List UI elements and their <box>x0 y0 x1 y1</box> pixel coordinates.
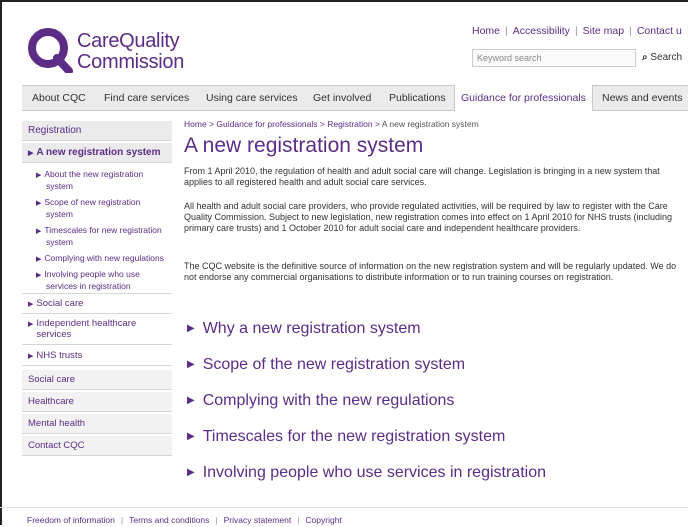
content-link-scope[interactable]: ▶ Scope of the new registration system <box>187 356 465 374</box>
utility-link-sitemap[interactable]: Site map <box>583 25 624 37</box>
nav-find-care-services[interactable]: Find care services <box>104 86 189 110</box>
nav-publications[interactable]: Publications <box>389 86 446 110</box>
sidebar-header[interactable]: Registration <box>22 121 172 141</box>
sidebar-subitem-scope[interactable]: ▶ Scope of new registration system <box>22 197 172 219</box>
chevron-right-icon: ▶ <box>36 228 42 235</box>
sidebar-item-mental-health[interactable]: Mental health <box>22 414 172 434</box>
sidebar-subitem-label: system <box>46 237 73 247</box>
content-link-label: Complying with the new regulations <box>202 392 455 409</box>
footer-link-privacy[interactable]: Privacy statement <box>224 515 292 525</box>
sidebar-item-label: A new registration system <box>36 147 161 158</box>
content-link-involving[interactable]: ▶ Involving people who use services in re… <box>187 464 546 482</box>
content-link-why[interactable]: ▶ Why a new registration system <box>187 320 421 338</box>
intro-paragraph-2: All health and adult social care provide… <box>184 201 673 233</box>
play-arrow-icon: ▶ <box>187 467 195 478</box>
chevron-right-icon: ▶ <box>28 150 34 157</box>
content-link-label: Timescales for the new registration syst… <box>202 428 506 445</box>
nav-get-involved[interactable]: Get involved <box>313 86 371 110</box>
logo-text-line1: CareQuality <box>77 30 180 52</box>
search-input[interactable]: Keyword search <box>472 49 636 67</box>
play-arrow-icon: ▶ <box>187 323 195 334</box>
sidebar-item-independent-healthcare[interactable]: ▶ Independent healthcare services <box>22 314 172 345</box>
sidebar-item-healthcare[interactable]: Healthcare <box>22 392 172 412</box>
main-nav: About CQC Find care services Using care … <box>22 85 688 111</box>
footer-link-terms[interactable]: Terms and conditions <box>129 515 209 525</box>
sidebar-item-label: Independent healthcare services <box>36 318 137 340</box>
sidebar-subitem-label: Scope of new registration <box>44 197 141 207</box>
cqc-q-icon <box>28 28 73 73</box>
breadcrumb-home[interactable]: Home <box>184 119 207 129</box>
page-title: A new registration system <box>184 134 424 157</box>
content-link-label: Involving people who use services in reg… <box>202 464 546 481</box>
nav-using-care-services[interactable]: Using care services <box>206 86 298 110</box>
sidebar-subitem-involving[interactable]: ▶ Involving people who use services in reg… <box>22 269 172 291</box>
separator: | <box>574 25 578 37</box>
sidebar-item-nhs-trusts[interactable]: ▶ NHS trusts <box>22 346 172 366</box>
sidebar-item-contact-cqc[interactable]: Contact CQC <box>22 436 172 456</box>
chevron-right-icon: ▶ <box>28 301 34 308</box>
magnifier-icon: ⌕ <box>642 52 648 63</box>
breadcrumb: Home > Guidance for professionals > Regi… <box>184 119 479 129</box>
play-arrow-icon: ▶ <box>187 359 195 370</box>
chevron-right-icon: ▶ <box>36 172 42 179</box>
utility-nav: Home | Accessibility | Site map | Contact u <box>472 25 682 37</box>
separator: | <box>505 25 508 37</box>
search-button-label: Search <box>650 52 683 63</box>
chevron-right-icon: ▶ <box>36 256 42 263</box>
breadcrumb-separator: > <box>209 119 215 129</box>
sidebar-subitem-about[interactable]: ▶ About the new registration system <box>22 169 172 191</box>
logo-text-line2: Commission <box>77 51 185 73</box>
sidebar-item-active[interactable]: ▶ A new registration system <box>22 143 172 163</box>
sidebar-subitem-label: Involving people who use <box>44 269 140 279</box>
footer-link-copyright[interactable]: Copyright <box>305 515 341 525</box>
content-link-complying[interactable]: ▶ Complying with the new regulations <box>187 392 454 410</box>
utility-link-contact[interactable]: Contact u <box>637 25 682 37</box>
content-link-label: Scope of the new registration system <box>202 356 466 373</box>
footer-divider <box>0 507 688 508</box>
footer-links: Freedom of information | Terms and conditi… <box>27 515 342 525</box>
search-button[interactable]: ⌕ Search <box>640 49 682 67</box>
sidebar-subitem-label: system <box>46 181 73 191</box>
sidebar-subitem-label: About the new registration <box>44 169 144 179</box>
breadcrumb-separator: > <box>319 119 325 129</box>
utility-link-home[interactable]: Home <box>472 25 500 37</box>
footer-link-foi[interactable]: Freedom of information <box>27 515 115 525</box>
chevron-right-icon: ▶ <box>36 272 42 279</box>
sidebar-item-social-care[interactable]: Social care <box>22 370 172 390</box>
separator: | <box>297 515 300 525</box>
content-link-label: Why a new registration system <box>202 320 421 337</box>
breadcrumb-registration[interactable]: Registration <box>327 119 372 129</box>
sidebar-subitem-label: Complying with new regulations <box>44 253 164 263</box>
breadcrumb-separator: > <box>374 119 380 129</box>
utility-link-accessibility[interactable]: Accessibility <box>513 25 570 37</box>
breadcrumb-current: A new registration system <box>381 119 479 129</box>
content-link-timescales[interactable]: ▶ Timescales for the new registration sys… <box>187 428 505 446</box>
intro-paragraph-3: The CQC website is the definitive source… <box>184 261 677 282</box>
separator: | <box>215 515 218 525</box>
sidebar-subitem-label: services in registration <box>46 281 131 291</box>
play-arrow-icon: ▶ <box>187 395 195 406</box>
breadcrumb-guidance[interactable]: Guidance for professionals <box>216 119 317 129</box>
nav-news-and-events[interactable]: News and events <box>602 86 683 110</box>
nav-about-cqc[interactable]: About CQC <box>32 86 86 110</box>
separator: | <box>629 25 632 37</box>
sidebar-item-social-care-section[interactable]: ▶ Social care <box>22 293 172 314</box>
chevron-right-icon: ▶ <box>28 353 34 360</box>
sidebar-subitem-label: system <box>46 209 73 219</box>
intro-paragraph-1: From 1 April 2010, the regulation of hea… <box>184 166 660 187</box>
sidebar-item-label: Social care <box>36 298 84 309</box>
chevron-right-icon: ▶ <box>36 200 42 207</box>
play-arrow-icon: ▶ <box>187 431 195 442</box>
sidebar-item-label: NHS trusts <box>36 350 83 361</box>
sidebar-subitem-timescales[interactable]: ▶ Timescales for new registration system <box>22 225 172 247</box>
nav-guidance-for-professionals[interactable]: Guidance for professionals <box>454 85 593 111</box>
chevron-right-icon: ▶ <box>28 321 34 328</box>
separator: | <box>120 515 124 525</box>
sidebar-subitem-complying[interactable]: ▶ Complying with new regulations <box>22 253 172 265</box>
sidebar-subitem-label: Timescales for new registration <box>44 225 162 235</box>
